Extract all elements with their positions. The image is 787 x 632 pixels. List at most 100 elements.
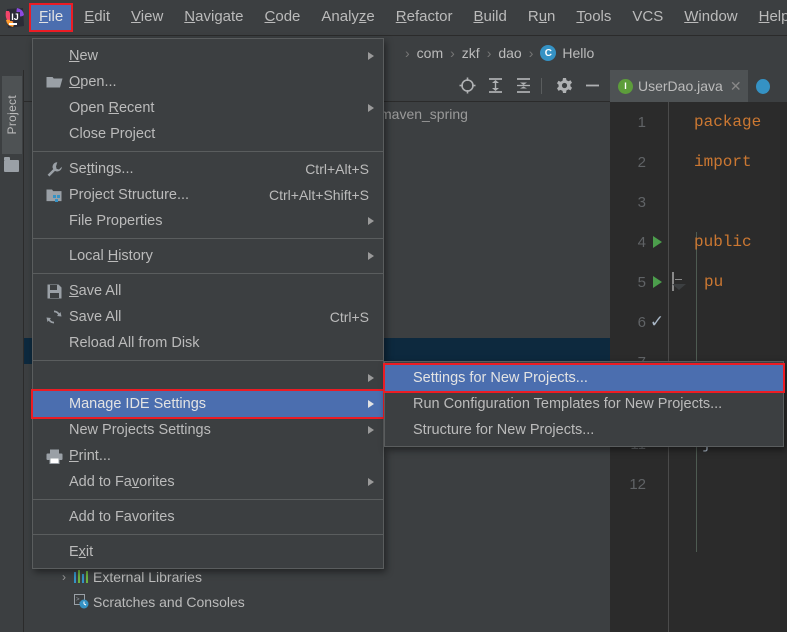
code-text: pu [704, 273, 724, 291]
editor-area: I UserDao.java ✕ 1 package 2 import 3 4 … [610, 70, 787, 632]
tab-userdao-java[interactable]: I UserDao.java ✕ [610, 70, 748, 102]
submenu-item-settings-for-new-projects[interactable]: Settings for New Projects... [383, 363, 785, 393]
breadcrumb-item-dao[interactable]: dao [498, 45, 521, 61]
submenu-item-run-configuration-templates[interactable]: Run Configuration Templates for New Proj… [385, 391, 783, 417]
menu-item-exit[interactable]: Exit [33, 539, 383, 565]
menu-item-new[interactable]: New [33, 43, 383, 69]
menu-build[interactable]: Build [464, 4, 515, 31]
code-text: package [694, 113, 762, 131]
interface-icon: I [618, 78, 633, 94]
menu-item-print[interactable]: Print... [33, 443, 383, 469]
menu-item-invalidate-caches-restart[interactable]: Reload All from Disk [33, 330, 383, 356]
intellij-idea-logo-icon: IJ [4, 7, 26, 29]
line-number: 4 [637, 233, 646, 251]
menu-item-open-recent[interactable]: Open Recent [33, 95, 383, 121]
new-projects-settings-submenu: Settings for New Projects... Run Configu… [383, 361, 785, 447]
fold-gutter[interactable] [668, 272, 694, 291]
menu-window[interactable]: Window [675, 4, 746, 31]
menu-item-export[interactable]: New Projects Settings [33, 417, 383, 443]
menu-item-label: Settings... [69, 161, 134, 177]
menu-help[interactable]: Help [750, 4, 787, 31]
menu-run[interactable]: Run [519, 4, 565, 31]
tree-row[interactable]: >_ Scratches and Consoles [24, 589, 610, 614]
breadcrumb-separator: › [486, 45, 492, 61]
menu-analyze[interactable]: Analyze [312, 4, 383, 31]
breadcrumb-separator: › [450, 45, 455, 61]
menu-item-manage-ide-settings[interactable] [33, 365, 383, 391]
menu-item-project-structure[interactable]: Project Structure... Ctrl+Alt+Shift+S [33, 182, 383, 208]
breadcrumb-item-com[interactable]: com [417, 45, 443, 61]
menu-item-shortcut: Ctrl+S [329, 309, 369, 325]
main-menu-bar: IJ File Edit View Navigate Code Analyze … [0, 0, 787, 36]
tab-next-partial-icon[interactable] [755, 78, 770, 94]
checkmark-gutter-icon[interactable]: ✓ [646, 312, 668, 333]
line-number: 6 [637, 313, 646, 331]
code-line: 5 pu [610, 262, 787, 302]
menu-code[interactable]: Code [256, 4, 310, 31]
run-gutter-icon[interactable] [646, 236, 668, 248]
menu-item-label: Save All [69, 283, 122, 299]
menu-item-reload-all-from-disk[interactable]: Save All Ctrl+S [33, 304, 383, 330]
menu-item-add-to-favorites[interactable]: Add to Favorites [33, 469, 383, 495]
sidebar-item-project[interactable]: Project [2, 76, 22, 154]
menu-item-power-save-mode[interactable]: Add to Favorites [33, 504, 383, 530]
menu-item-new-projects-settings[interactable]: Manage IDE Settings [31, 389, 385, 419]
toolbar-divider [541, 77, 542, 94]
menu-item-file-properties[interactable]: File Properties [33, 208, 383, 234]
menu-item-label: Project Structure... [69, 187, 190, 203]
breadcrumb-item-hello[interactable]: Hello [562, 45, 594, 61]
line-number: 5 [637, 273, 646, 291]
printer-icon [43, 449, 65, 464]
submenu-arrow-icon [368, 52, 374, 60]
menu-item-label: Reload All from Disk [69, 335, 200, 351]
menu-tools[interactable]: Tools [567, 4, 620, 31]
menu-vcs[interactable]: VCS [623, 4, 672, 31]
menu-item-close-project[interactable]: Close Project [33, 121, 383, 147]
menu-view[interactable]: View [122, 4, 172, 31]
menu-item-label: Save All [69, 309, 122, 325]
code-line: 2 import [610, 142, 787, 182]
menu-item-label: Exit [69, 544, 94, 560]
menu-item-label: Add to Favorites [69, 509, 175, 525]
collapse-all-icon[interactable] [511, 74, 535, 98]
menu-item-open[interactable]: Open... [33, 69, 383, 95]
expand-all-icon[interactable] [483, 74, 507, 98]
library-icon [72, 570, 90, 583]
menu-file[interactable]: File [28, 3, 74, 32]
breadcrumb-item-zkf[interactable]: zkf [462, 45, 480, 61]
menu-separator [33, 499, 383, 500]
menu-separator [33, 151, 383, 152]
menu-item-label: Manage IDE Settings [69, 396, 207, 412]
wrench-icon [43, 161, 65, 178]
code-text: import [694, 153, 752, 171]
project-tool-window-label: Project [5, 95, 19, 135]
menu-items-container: File Edit View Navigate Code Analyze Ref… [28, 0, 787, 35]
tree-item-label: Scratches and Consoles [93, 593, 245, 610]
menu-navigate[interactable]: Navigate [175, 4, 252, 31]
menu-item-save-all[interactable]: Save All [33, 278, 383, 304]
close-icon[interactable]: ✕ [730, 78, 742, 95]
menu-item-label: Print... [69, 448, 111, 464]
menu-item-label: Local History [69, 248, 153, 264]
line-number: 3 [637, 193, 646, 211]
menu-item-shortcut: Ctrl+Alt+S [305, 161, 369, 177]
run-gutter-icon[interactable] [646, 276, 668, 288]
menu-item-shortcut: Ctrl+Alt+Shift+S [269, 187, 369, 203]
hide-minimize-icon[interactable] [580, 74, 604, 98]
menu-item-local-history[interactable]: Local History [33, 243, 383, 269]
submenu-arrow-icon [368, 426, 374, 434]
chevron-right-icon[interactable]: › [56, 570, 72, 584]
menu-edit[interactable]: Edit [75, 4, 119, 31]
menu-item-label: Close Project [69, 126, 156, 142]
submenu-arrow-icon [368, 478, 374, 486]
submenu-item-structure-for-new-projects[interactable]: Structure for New Projects... [385, 417, 783, 443]
menu-refactor[interactable]: Refactor [387, 4, 462, 31]
settings-gear-icon[interactable] [552, 74, 576, 98]
menu-item-settings[interactable]: Settings... Ctrl+Alt+S [33, 156, 383, 182]
file-menu-popup: New Open... Open Recent Close Project Se… [31, 38, 385, 569]
locate-target-icon[interactable] [455, 74, 479, 98]
code-line: 6 ✓ [610, 302, 787, 342]
breadcrumb-items: › com › zkf › dao › C Hello [398, 45, 594, 61]
submenu-arrow-icon [368, 374, 374, 382]
left-tool-window-stripe: Project [0, 70, 24, 632]
